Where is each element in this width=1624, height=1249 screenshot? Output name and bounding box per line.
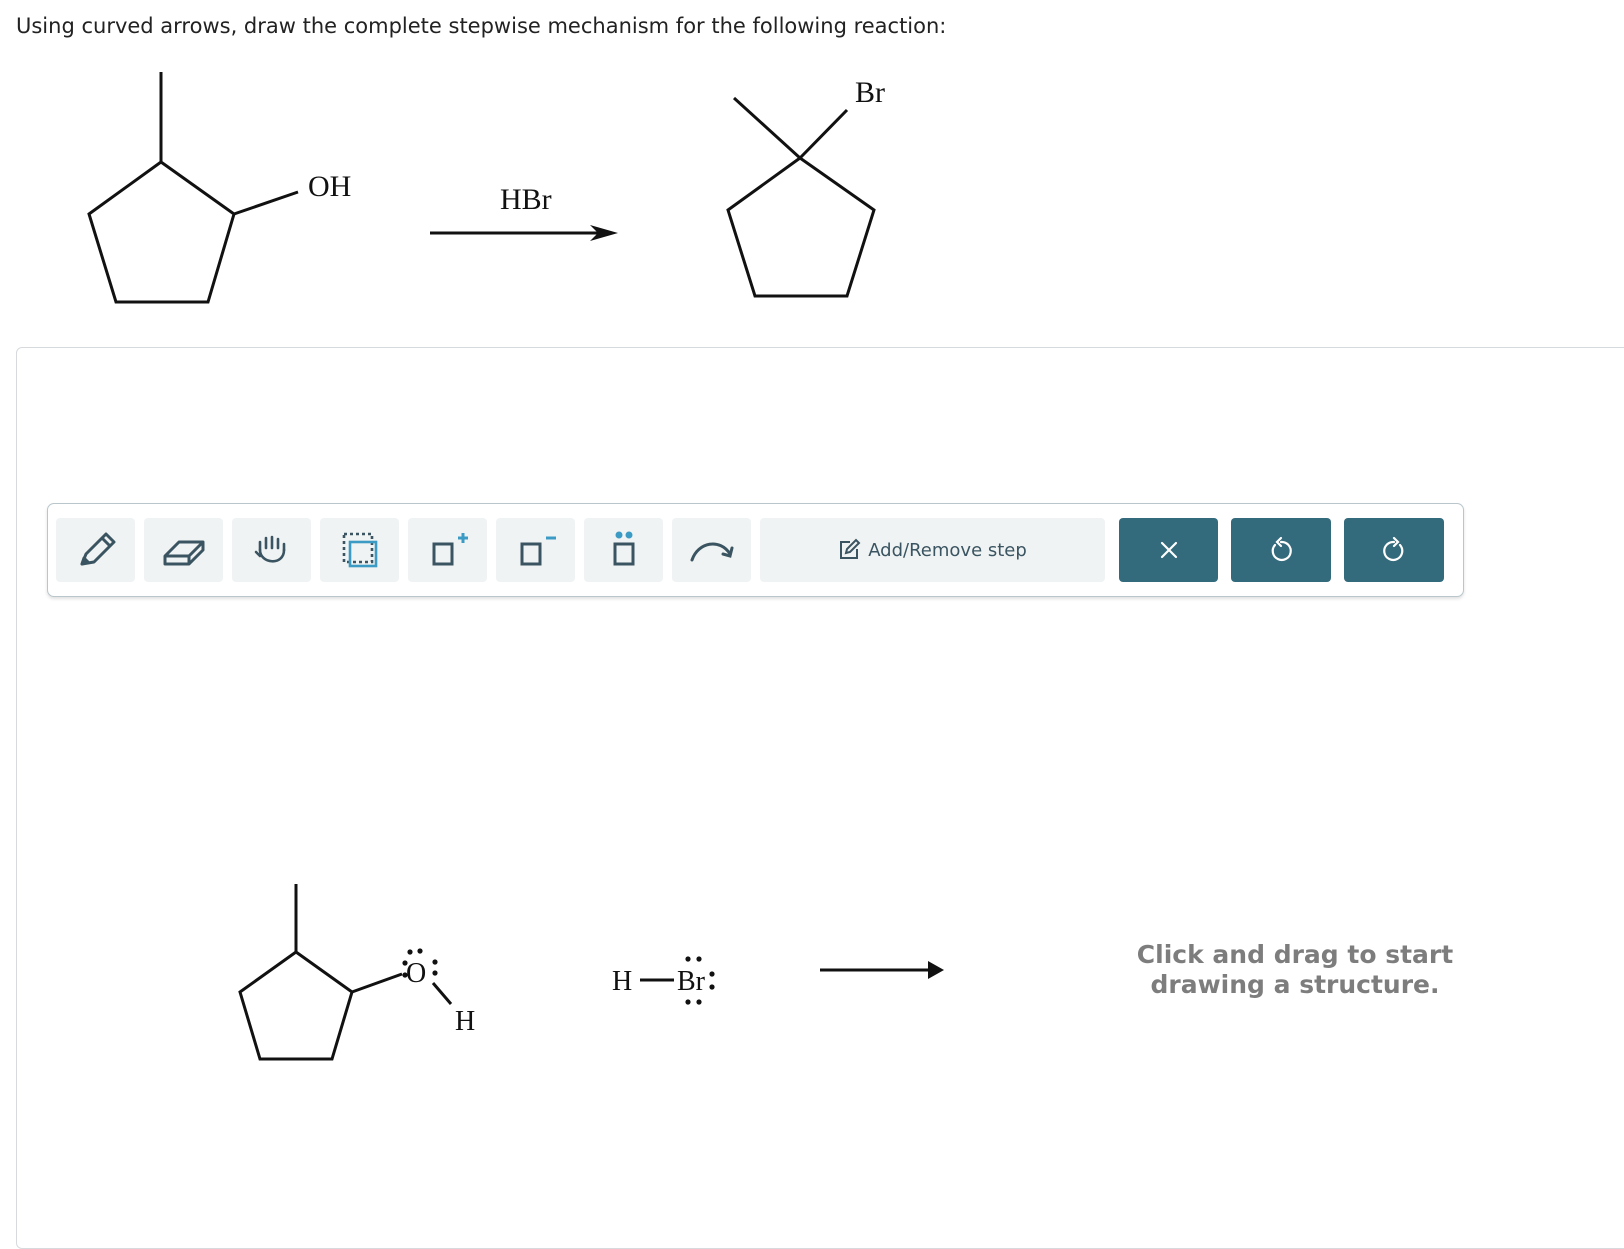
reactant-oh-label: OH [308, 170, 351, 203]
undo-icon [1271, 536, 1292, 562]
product-structure [726, 96, 876, 298]
canvas-hint: Click and drag to start drawing a struct… [1130, 940, 1460, 1000]
add-positive-charge-icon [432, 533, 468, 566]
hint-line-1: Click and drag to start [1136, 940, 1454, 969]
redo-icon [1383, 536, 1404, 562]
add-lone-pair-icon [613, 531, 634, 566]
add-remove-step-button[interactable]: Add/Remove step [760, 518, 1105, 582]
move-tool-button[interactable] [232, 518, 311, 582]
clear-button[interactable] [1119, 518, 1218, 582]
hand-icon [254, 535, 285, 563]
add-remove-step-label: Add/Remove step [868, 539, 1027, 561]
negative-charge-button[interactable] [496, 518, 575, 582]
eraser-tool-button[interactable] [144, 518, 223, 582]
pencil-icon [80, 532, 115, 566]
redo-button[interactable] [1344, 518, 1444, 582]
hint-line-2: drawing a structure. [1150, 970, 1440, 999]
positive-charge-button[interactable] [408, 518, 487, 582]
undo-button[interactable] [1231, 518, 1331, 582]
clear-icon [1160, 541, 1177, 559]
reagent-label: HBr [500, 183, 552, 216]
curved-arrow-icon [690, 542, 733, 562]
lone-pair-button[interactable] [584, 518, 663, 582]
product-br-label: Br [855, 76, 885, 109]
drawing-toolbar: Add/Remove step [47, 503, 1464, 597]
eraser-icon [163, 540, 204, 566]
select-box-icon [342, 532, 377, 568]
edit-icon [840, 538, 861, 559]
reactant-structure [87, 72, 299, 304]
drawing-canvas[interactable] [16, 347, 1624, 1249]
curved-arrow-button[interactable] [672, 518, 751, 582]
reaction-scheme: OH HBr Br [87, 72, 885, 304]
reaction-arrow [430, 225, 618, 241]
select-tool-button[interactable] [320, 518, 399, 582]
add-negative-charge-icon [520, 536, 556, 566]
pencil-tool-button[interactable] [56, 518, 135, 582]
